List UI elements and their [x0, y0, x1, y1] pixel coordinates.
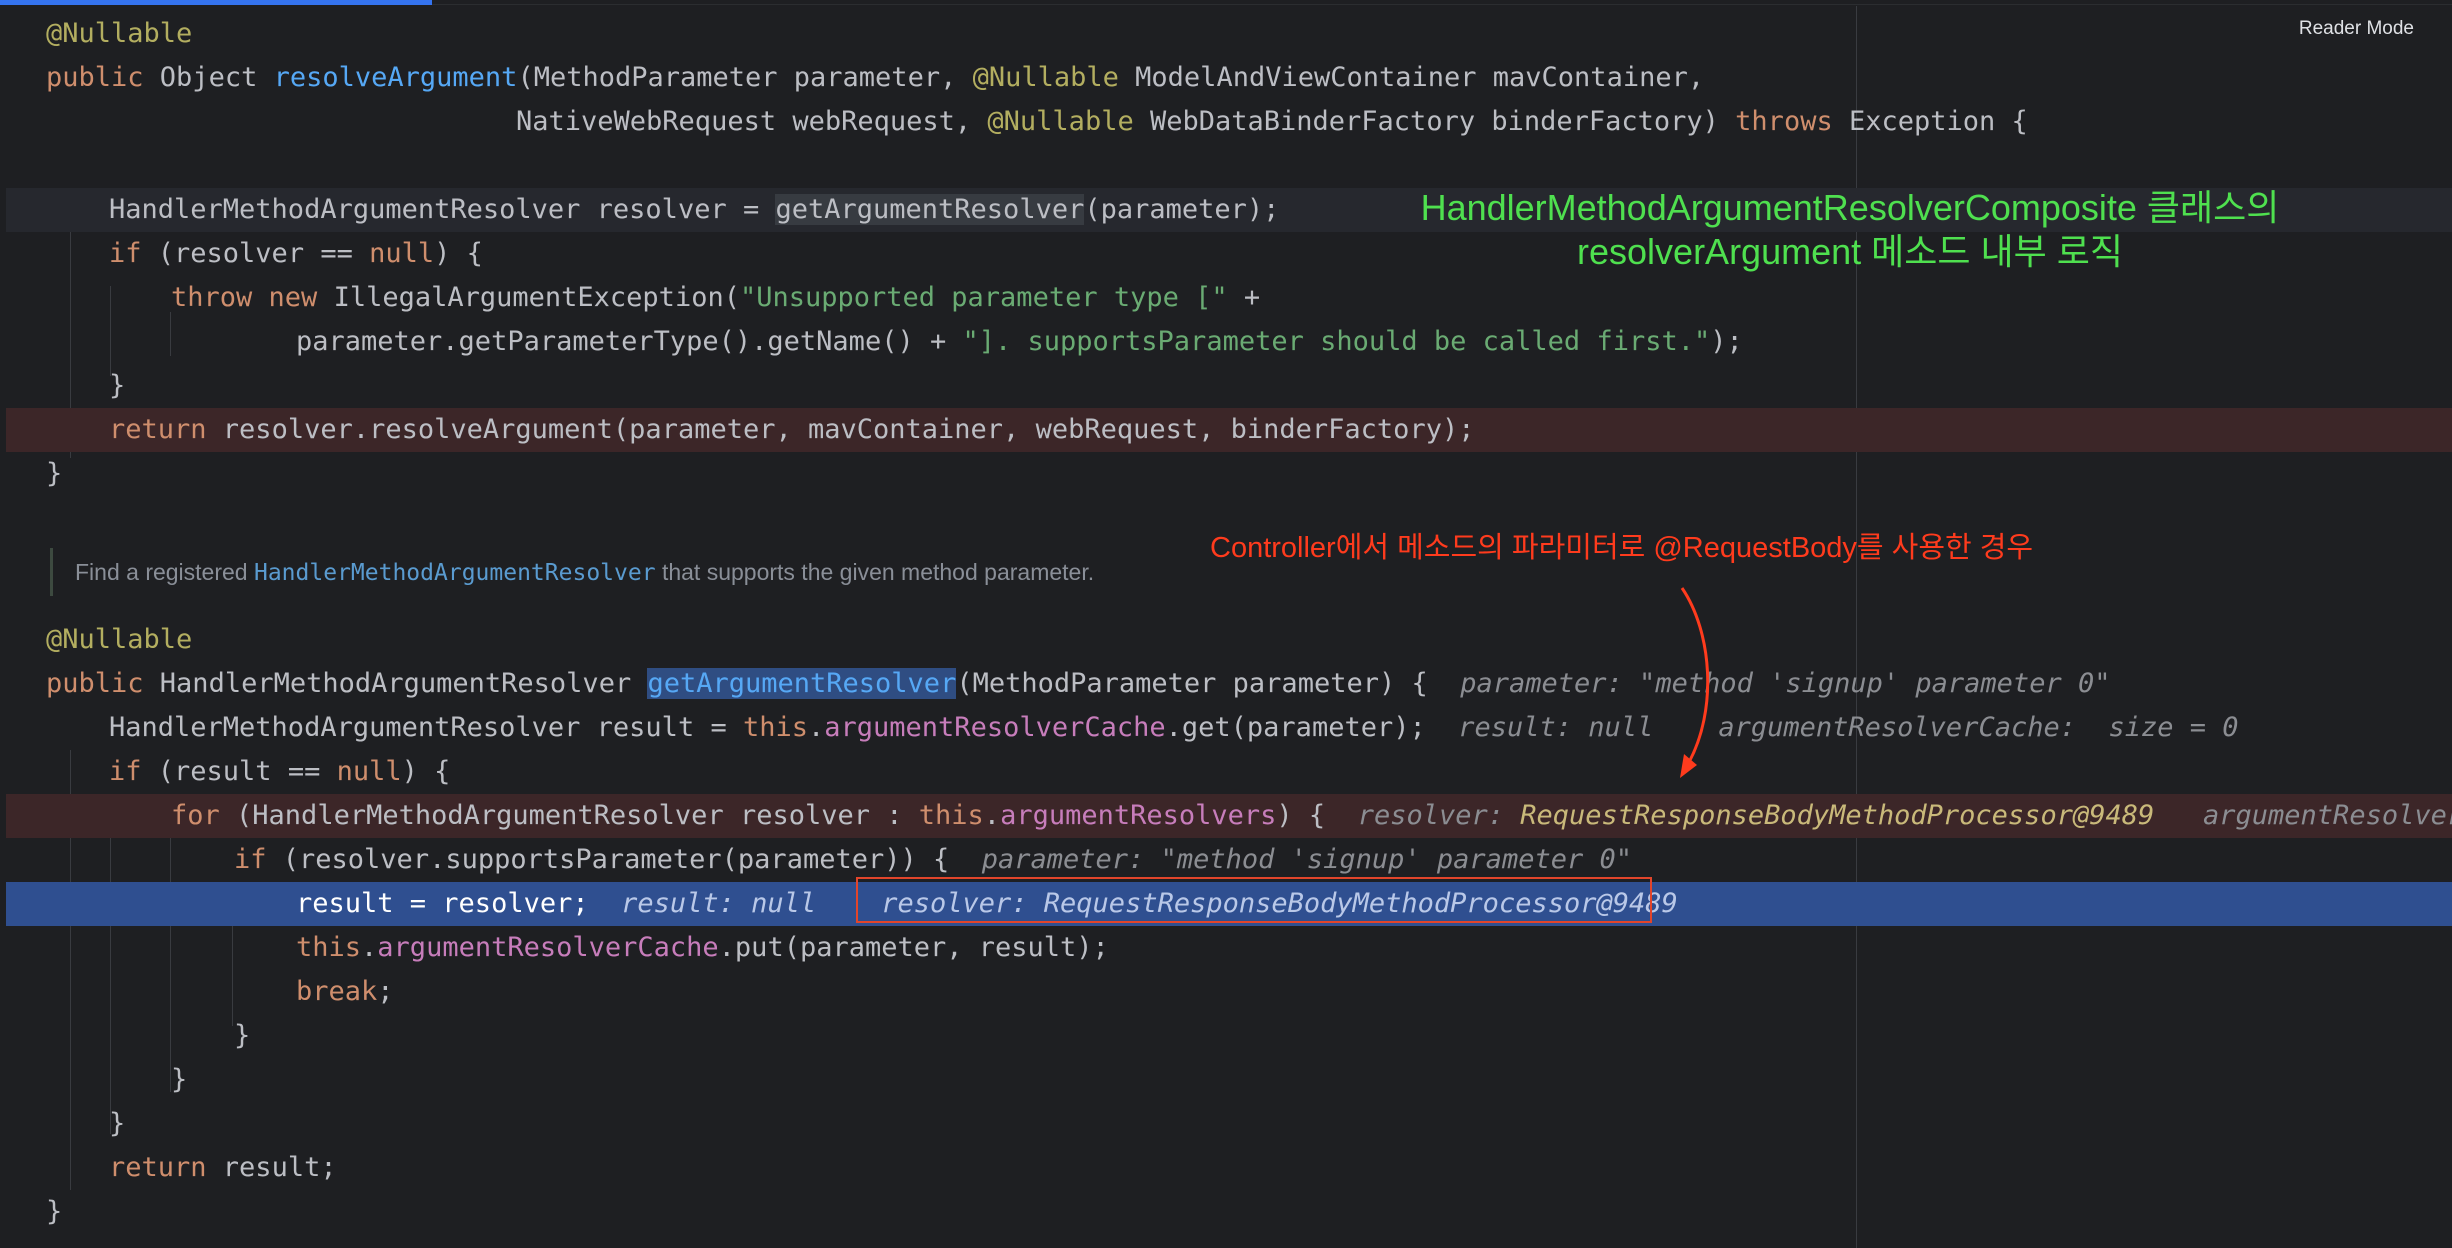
arrow-icon	[1680, 587, 1710, 778]
